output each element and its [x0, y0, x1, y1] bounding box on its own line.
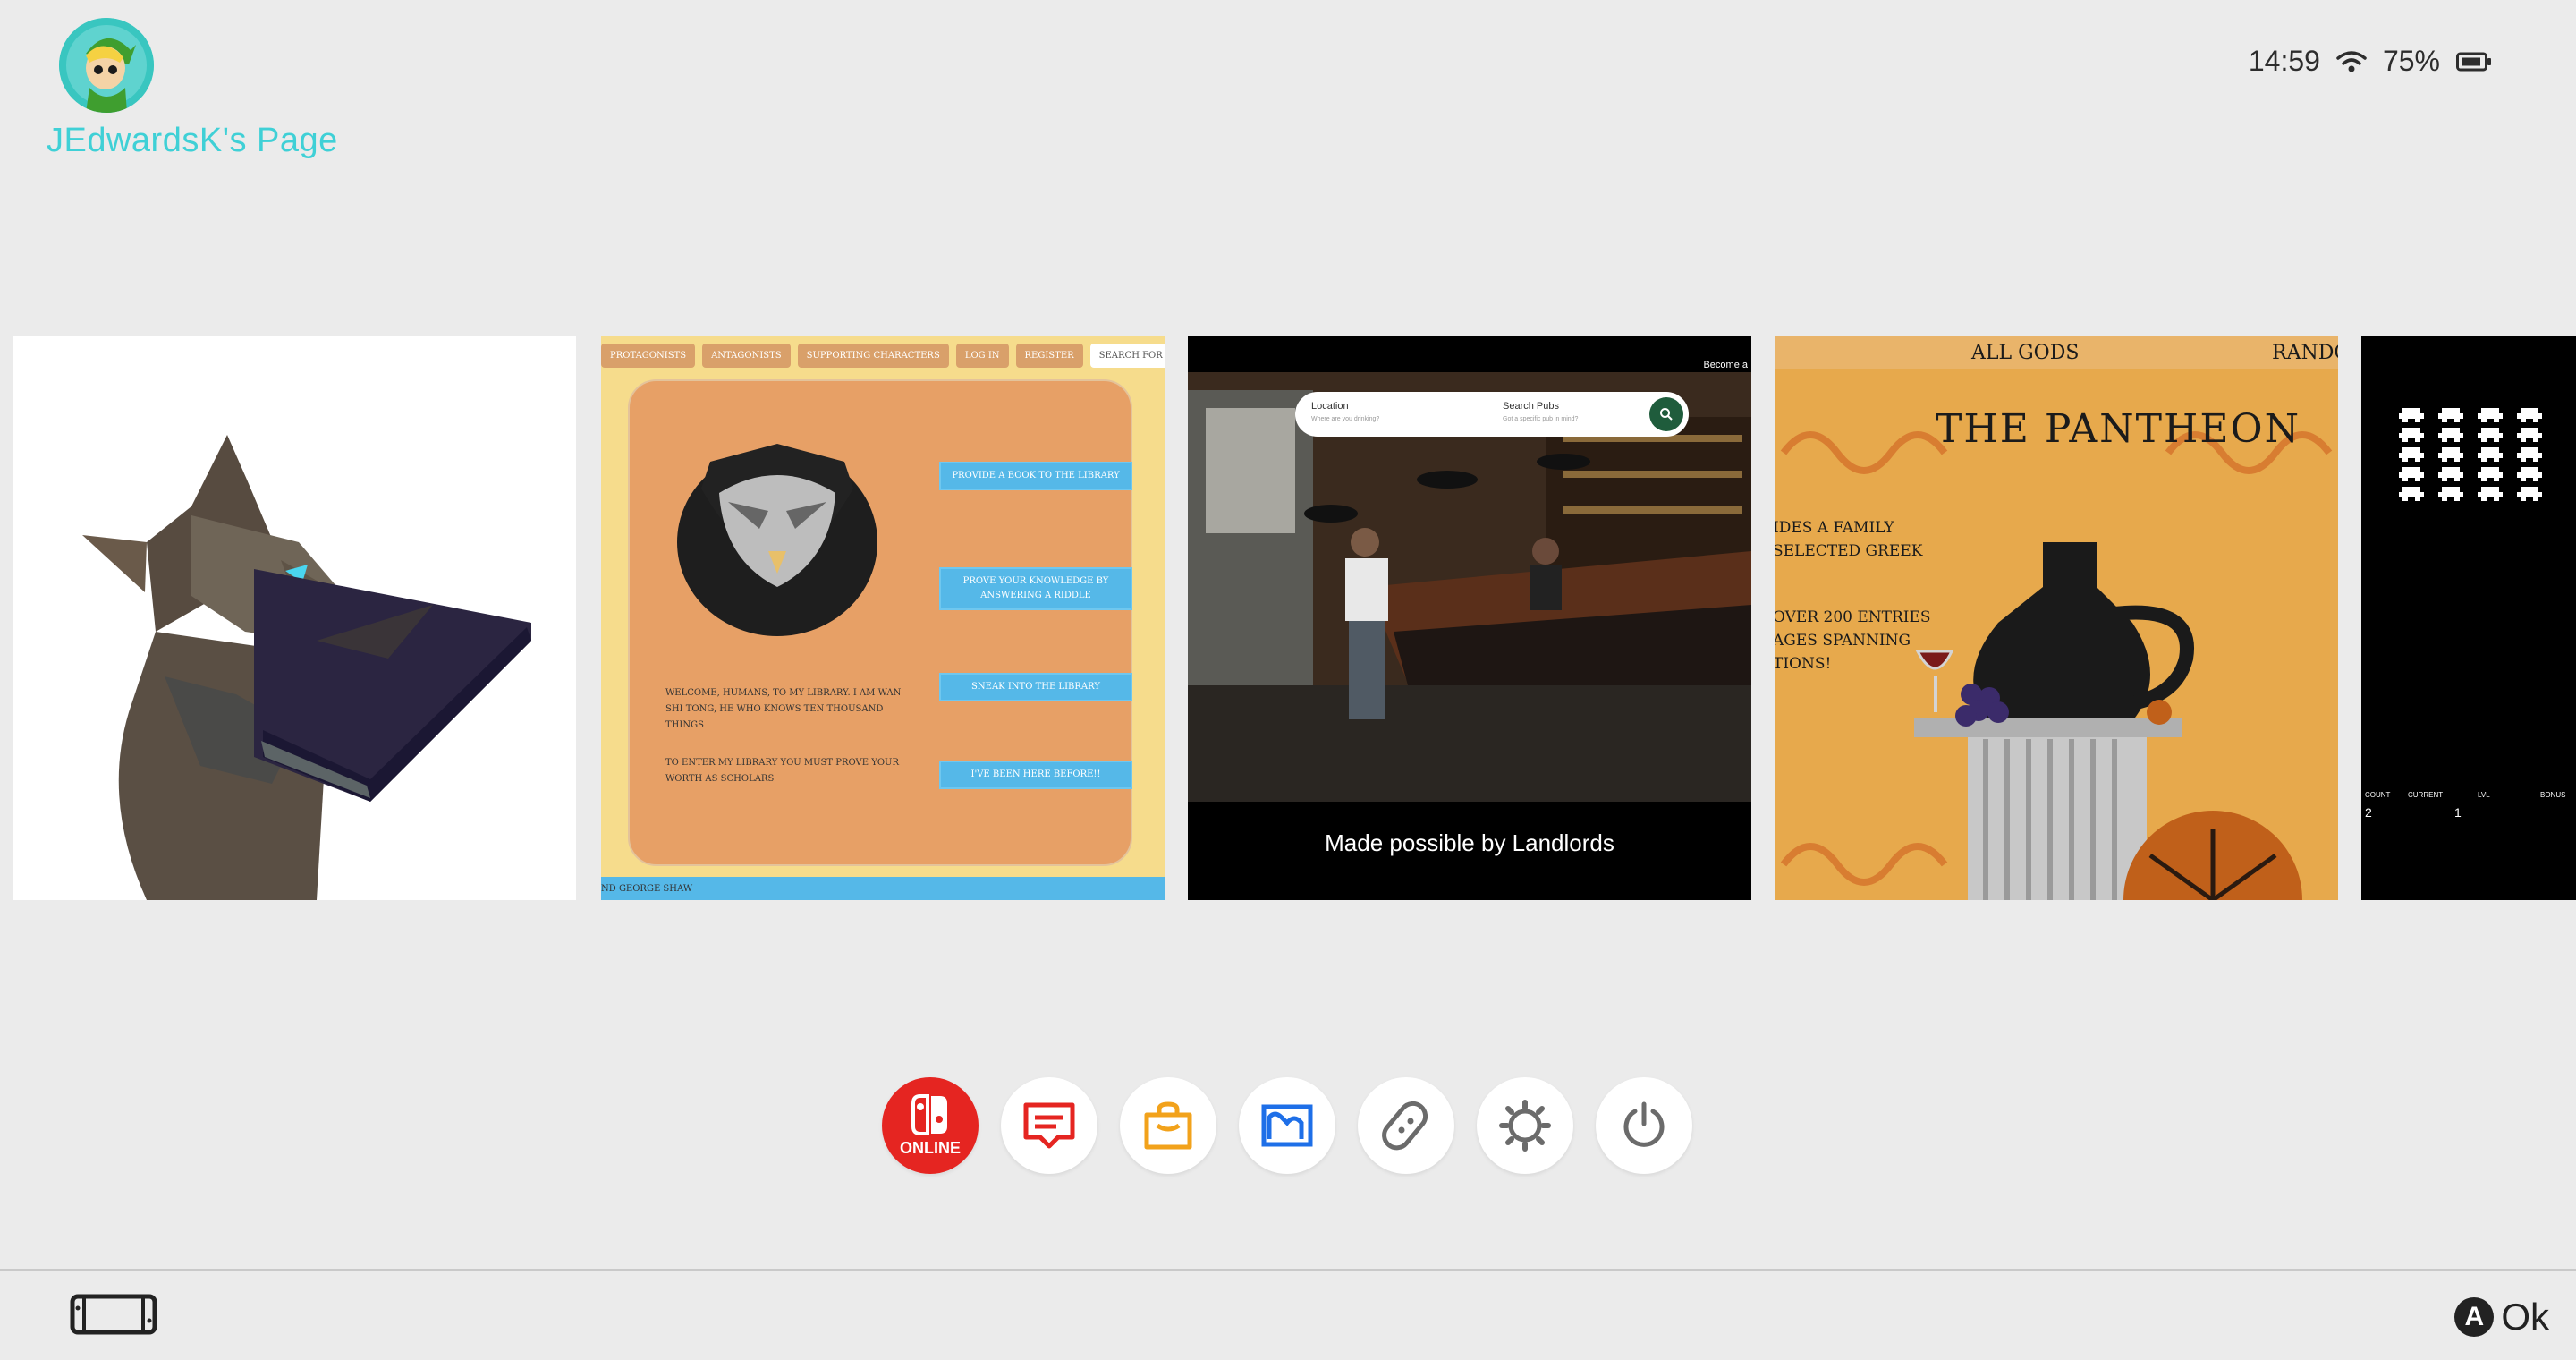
answer-riddle-button[interactable]: PROVE YOUR KNOWLEDGE BY ANSWERING A RIDD…: [939, 567, 1132, 610]
power-button[interactable]: [1596, 1077, 1692, 1174]
intro-line: AGES SPANNING: [1775, 632, 1911, 650]
user-page-title[interactable]: JEdwardsK's Page: [47, 122, 338, 160]
handheld-mode-icon: [70, 1294, 157, 1335]
sneak-into-library-button[interactable]: SNEAK INTO THE LIBRARY: [939, 673, 1132, 701]
tile-pub-site[interactable]: Become a Location Where are you drinking…: [1188, 336, 1751, 900]
nav-item: REGISTER: [1015, 344, 1083, 368]
online-label: ONLINE: [899, 1138, 961, 1157]
library-card: PROVIDE A BOOK TO THE LIBRARY PROVE YOUR…: [628, 379, 1132, 866]
provide-book-button[interactable]: PROVIDE A BOOK TO THE LIBRARY: [939, 462, 1132, 490]
been-here-before-button[interactable]: I'VE BEEN HERE BEFORE!!: [939, 761, 1132, 789]
become-link[interactable]: Become a: [1703, 360, 1748, 370]
joycon-icon: [1382, 1101, 1428, 1151]
album-icon: [1261, 1104, 1313, 1147]
news-button[interactable]: [1001, 1077, 1097, 1174]
location-label: Location: [1311, 401, 1349, 412]
avatar[interactable]: [59, 18, 154, 113]
level-label: LVL: [2478, 791, 2490, 799]
tile-wolf-with-book[interactable]: [13, 336, 576, 900]
search-label: Search Pubs: [1503, 401, 1559, 412]
nav-all-gods[interactable]: ALL GODS: [1971, 342, 2079, 364]
nav-item: ANTAGONISTS: [702, 344, 791, 368]
library-footer: ND GEORGE SHAW: [601, 877, 1165, 900]
ok-hint[interactable]: A Ok: [2454, 1296, 2549, 1339]
news-icon: [1023, 1102, 1075, 1149]
current-value: 1: [2454, 805, 2462, 820]
battery-percent: 75%: [2382, 45, 2440, 77]
search-hint: Got a specific pub in mind?: [1503, 416, 1579, 422]
bonus-label: BONUS: [2540, 791, 2566, 799]
switch-logo-icon: [911, 1093, 947, 1135]
link-character-avatar-icon: [59, 18, 154, 113]
a-button-icon: A: [2454, 1297, 2495, 1337]
wifi-icon: [2336, 50, 2367, 72]
invader-grid-icon: [2399, 408, 2542, 501]
tile-pantheon-site[interactable]: ALL GODS RANDO THE PANTHEON IDES A FAMIL…: [1775, 336, 2338, 900]
intro-line: SELECTED GREEK: [1775, 542, 1923, 560]
pantheon-title: THE PANTHEON: [1936, 406, 2301, 452]
wolf-holding-book-illustration-icon: [82, 435, 531, 900]
tile-space-invaders[interactable]: COUNT CURRENT LVL BONUS 2 1: [2361, 336, 2576, 900]
system-settings-button[interactable]: [1477, 1077, 1573, 1174]
controllers-button[interactable]: [1358, 1077, 1454, 1174]
intro-line: OVER 200 ENTRIES: [1775, 608, 1931, 626]
nav-item: LOG IN: [955, 344, 1009, 368]
footer-divider: [0, 1269, 2576, 1271]
welcome-text: WELCOME, HUMANS, TO MY LIBRARY. I AM WAN…: [665, 688, 902, 730]
eshop-button[interactable]: [1120, 1077, 1216, 1174]
intro-line: TIONS!: [1775, 655, 1832, 673]
nav-search: SEARCH FOR: [1089, 344, 1165, 368]
current-label: CURRENT: [2408, 791, 2444, 799]
search-button[interactable]: [1649, 397, 1683, 431]
count-value: 2: [2365, 805, 2372, 820]
status-bar: 14:59 75%: [2249, 45, 2492, 78]
nav-item: SUPPORTING CHARACTERS: [797, 344, 949, 368]
nav-item: PROTAGONISTS: [601, 344, 696, 368]
gear-icon: [1499, 1100, 1551, 1152]
album-button[interactable]: [1239, 1077, 1335, 1174]
nav-random[interactable]: RANDO: [2272, 342, 2338, 364]
enter-text: TO ENTER MY LIBRARY YOU MUST PROVE YOUR …: [665, 758, 899, 784]
search-icon: [1660, 408, 1673, 421]
shopping-bag-icon: [1144, 1101, 1192, 1150]
nintendo-switch-online-button[interactable]: ONLINE: [882, 1077, 979, 1174]
library-nav: PROTAGONISTS ANTAGONISTS SUPPORTING CHAR…: [601, 344, 1165, 368]
intro-line: IDES A FAMILY: [1775, 519, 1894, 537]
tile-library-site[interactable]: PROTAGONISTS ANTAGONISTS SUPPORTING CHAR…: [601, 336, 1165, 900]
owl-icon: [677, 444, 877, 636]
battery-icon: [2456, 52, 2491, 71]
ok-label: Ok: [2501, 1296, 2549, 1338]
location-hint: Where are you drinking?: [1311, 416, 1380, 422]
pub-caption: Made possible by Landlords: [1325, 829, 1614, 856]
power-icon: [1623, 1101, 1665, 1147]
clock: 14:59: [2248, 45, 2320, 77]
count-label: COUNT: [2365, 791, 2391, 799]
pub-search-bar[interactable]: Location Where are you drinking? Search …: [1295, 392, 1689, 437]
